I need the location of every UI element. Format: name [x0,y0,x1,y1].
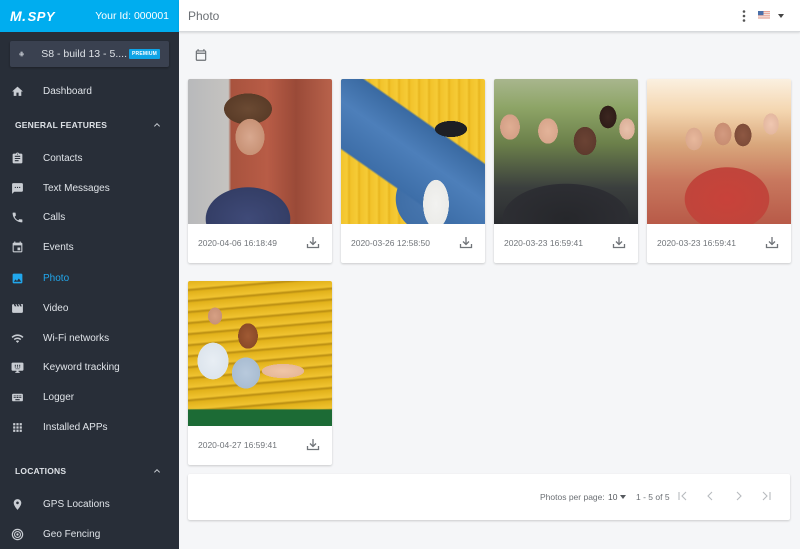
premium-badge: PREMIUM [128,49,160,59]
more-vert-icon[interactable] [741,10,747,22]
topbar: Photo [179,0,800,32]
location-pin-icon [11,498,24,511]
sidebar-item-label: Dashboard [43,85,92,97]
target-icon [11,528,24,541]
photo-date: 2020-03-26 12:58:50 [351,238,430,248]
sidebar-item-geo-fencing[interactable]: Geo Fencing [0,520,179,548]
logo[interactable]: M. SPY [10,8,55,24]
us-flag-icon[interactable] [758,11,770,19]
sidebar-item-dashboard[interactable]: Dashboard [0,77,179,105]
download-icon[interactable] [459,236,473,249]
chevron-up-icon[interactable] [151,465,163,477]
movie-icon [11,302,24,315]
download-icon[interactable] [306,236,320,249]
section-title: GENERAL FEATURES [15,120,108,130]
phone-icon [11,211,24,224]
section-general-features[interactable]: GENERAL FEATURES [0,115,179,135]
chevron-up-icon[interactable] [151,119,163,131]
sidebar-item-text-messages[interactable]: Text Messages [0,174,179,202]
page-range: 1 - 5 of 5 [636,492,670,502]
previous-page-icon[interactable] [704,490,716,502]
sidebar-item-wifi-networks[interactable]: Wi-Fi networks [0,324,179,352]
photo-thumbnail[interactable] [188,281,332,426]
dropdown-caret-icon[interactable] [620,495,626,499]
sidebar-item-photo[interactable]: Photo [0,264,179,292]
photo-card: 2020-03-26 12:58:50 [341,79,485,263]
device-selector[interactable]: S8 - build 13 - 5.... PREMIUM [10,41,169,67]
photo-date: 2020-03-23 16:59:41 [504,238,583,248]
keyboard-monitor-icon [11,361,24,374]
sidebar-item-video[interactable]: Video [0,294,179,322]
photo-thumbnail[interactable] [494,79,638,224]
keyboard-icon [11,391,24,404]
photo-thumbnail[interactable] [647,79,791,224]
calendar-icon [11,241,24,254]
photo-thumbnail[interactable] [341,79,485,224]
device-name: S8 - build 13 - 5.... [41,48,127,60]
photo-card: 2020-04-27 16:59:41 [188,281,332,465]
photo-thumbnail[interactable] [188,79,332,224]
sidebar-item-label: Wi-Fi networks [43,332,110,344]
per-page-select[interactable]: 10 [608,492,617,502]
sidebar-item-calls[interactable]: Calls [0,203,179,231]
android-icon [19,51,24,57]
next-page-icon[interactable] [733,490,745,502]
calendar-filter-icon[interactable] [194,48,208,62]
section-title: LOCATIONS [15,466,67,476]
sidebar-item-contacts[interactable]: Contacts [0,144,179,172]
photo-date: 2020-04-27 16:59:41 [198,440,277,450]
sidebar-item-label: Video [43,302,69,314]
photo-card: 2020-04-06 16:18:49 [188,79,332,263]
sidebar-item-label: Keyword tracking [43,361,120,373]
sidebar-item-label: Photo [43,272,70,284]
section-locations[interactable]: LOCATIONS [0,461,179,481]
sidebar-item-label: GPS Locations [43,498,110,510]
image-icon [11,272,24,285]
sidebar-item-installed-apps[interactable]: Installed APPs [0,413,179,441]
home-icon [11,85,24,98]
per-page-label: Photos per page: [540,492,605,502]
apps-grid-icon [11,421,24,434]
first-page-icon[interactable] [677,490,689,502]
sidebar-item-events[interactable]: Events [0,233,179,261]
last-page-icon[interactable] [760,490,772,502]
sidebar-item-label: Contacts [43,152,83,164]
sidebar-item-gps-locations[interactable]: GPS Locations [0,490,179,518]
sidebar: M. SPY Your Id: 000001 S8 - build 13 - 5… [0,0,179,549]
download-icon[interactable] [765,236,779,249]
sidebar-item-label: Text Messages [43,182,110,194]
sidebar-item-label: Logger [43,391,75,403]
brand-bar: M. SPY Your Id: 000001 [0,0,179,32]
logo-text: SPY [27,8,56,24]
wifi-icon [11,332,24,345]
pagination-bar: Photos per page: 10 1 - 5 of 5 [188,474,790,520]
sidebar-item-label: Calls [43,211,66,223]
clipboard-icon [11,152,24,165]
sidebar-item-label: Geo Fencing [43,528,101,540]
logo-mark: M. [10,8,27,24]
sidebar-item-label: Events [43,241,74,253]
sidebar-item-keyword-tracking[interactable]: Keyword tracking [0,353,179,381]
photo-date: 2020-03-23 16:59:41 [657,238,736,248]
message-icon [11,182,24,195]
sidebar-item-logger[interactable]: Logger [0,383,179,411]
user-id: Your Id: 000001 [95,10,169,22]
photo-date: 2020-04-06 16:18:49 [198,238,277,248]
language-dropdown-caret-icon[interactable] [778,14,784,18]
photo-card: 2020-03-23 16:59:41 [494,79,638,263]
sidebar-item-label: Installed APPs [43,421,108,433]
download-icon[interactable] [306,438,320,451]
photo-card: 2020-03-23 16:59:41 [647,79,791,263]
download-icon[interactable] [612,236,626,249]
page-title: Photo [188,8,220,23]
